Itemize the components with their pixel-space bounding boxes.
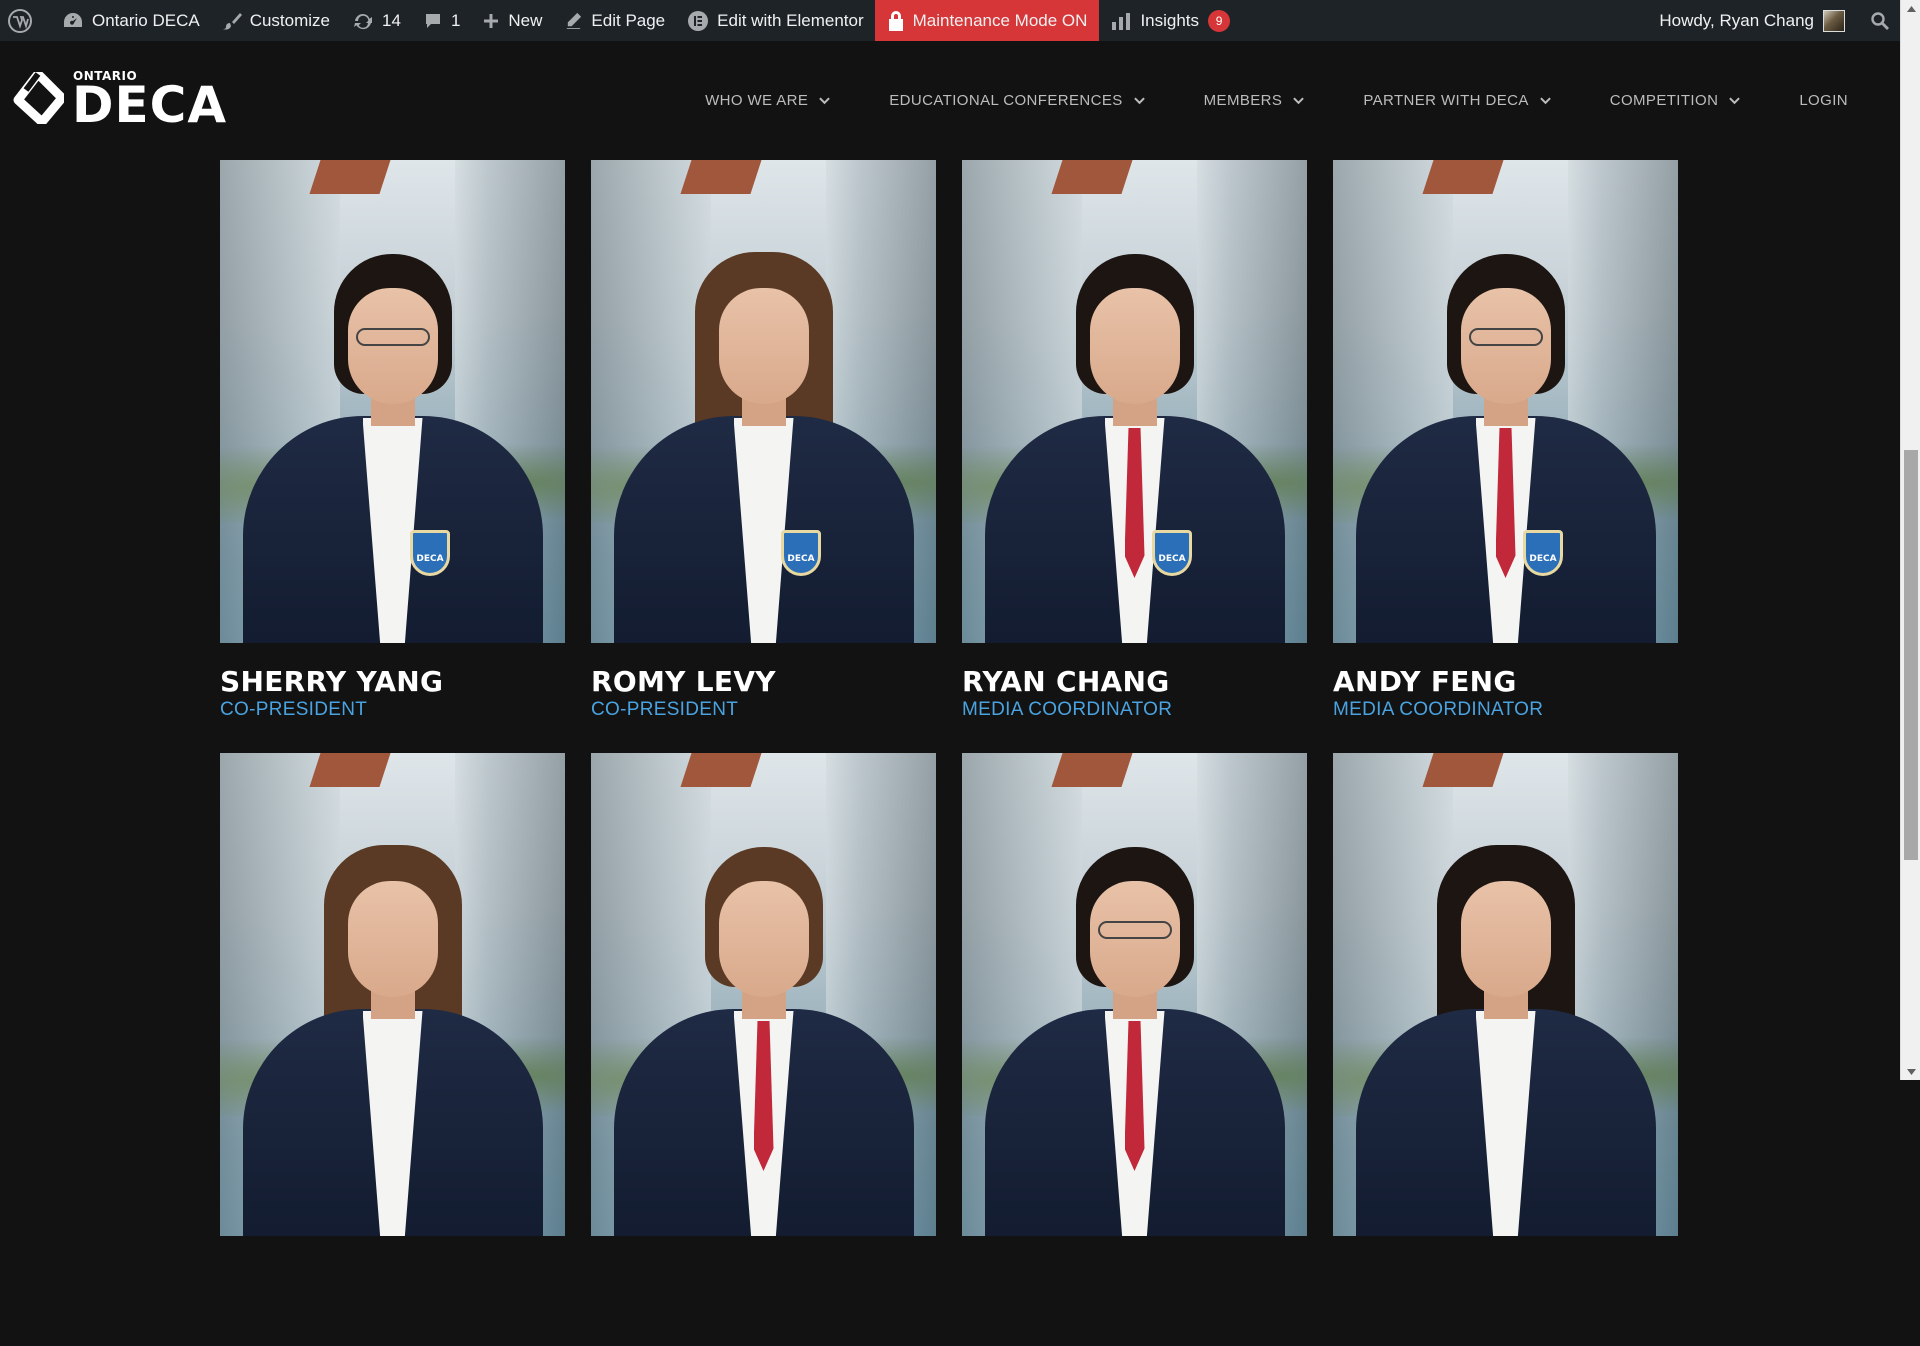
updates-count: 14 (382, 10, 401, 30)
pencil-icon (567, 12, 582, 30)
team-member-card: ROMY LEVYCO-PRESIDENT (591, 160, 936, 753)
team-member-photo (962, 160, 1307, 643)
team-member-card (962, 753, 1307, 1346)
new-content-link[interactable]: New (471, 0, 553, 41)
edit-page-label: Edit Page (591, 10, 666, 30)
insights-label: Insights (1140, 10, 1200, 30)
customize-link[interactable]: Customize (211, 0, 341, 41)
wordpress-logo-button[interactable] (0, 0, 51, 41)
nav-item-label: LOGIN (1799, 92, 1848, 109)
main-navigation: WHO WE ARE EDUCATIONAL CONFERENCES MEMBERS… (705, 41, 1848, 160)
bar-chart-icon (1112, 12, 1131, 30)
plus-icon (484, 13, 499, 28)
edit-page-link[interactable]: Edit Page (553, 0, 676, 41)
team-member-photo (1333, 160, 1678, 643)
wordpress-icon (8, 8, 32, 33)
team-member-role: MEDIA COORDINATOR (1333, 699, 1544, 720)
logo-wordmark: DECA (72, 76, 228, 134)
team-member-role: CO-PRESIDENT (220, 699, 368, 720)
site-logo[interactable]: ONTARIO DECA (12, 69, 228, 134)
nav-item-label: WHO WE ARE (705, 92, 809, 109)
team-member-photo (591, 753, 936, 1236)
chevron-down-icon (1133, 97, 1145, 105)
chevron-down-icon (1293, 97, 1305, 105)
site-header: ONTARIO DECA WHO WE ARE EDUCATIONAL CONFE… (0, 41, 1900, 160)
elementor-icon (688, 10, 709, 31)
insights-count-badge: 9 (1208, 9, 1231, 32)
updates-link[interactable]: 14 (341, 0, 412, 41)
site-name-label: Ontario DECA (92, 10, 200, 30)
nav-item-label: PARTNER WITH DECA (1363, 92, 1529, 109)
deca-badge-icon (410, 530, 450, 576)
team-member-name: RYAN CHANG (962, 665, 1170, 698)
deca-badge-icon (781, 530, 821, 576)
comment-icon (425, 13, 440, 28)
team-member-role: CO-PRESIDENT (591, 699, 739, 720)
search-icon (1871, 11, 1889, 30)
maintenance-label: Maintenance Mode ON (912, 10, 1088, 30)
nav-item-login[interactable]: LOGIN (1799, 92, 1848, 109)
scroll-down-arrow-icon[interactable] (1901, 1063, 1920, 1080)
nav-item-label: COMPETITION (1609, 92, 1719, 109)
wp-admin-bar: Ontario DECA Customize 14 1 New Edit Pag… (0, 0, 1900, 41)
maintenance-mode-toggle[interactable]: Maintenance Mode ON (874, 0, 1100, 41)
team-member-card: ANDY FENGMEDIA COORDINATOR (1333, 160, 1678, 753)
nav-item-who-we-are[interactable]: WHO WE ARE (705, 92, 831, 109)
team-member-photo (220, 753, 565, 1236)
howdy-label: Howdy, Ryan Chang (1659, 10, 1814, 30)
team-member-name: ROMY LEVY (591, 665, 776, 698)
nav-item-educational-conferences[interactable]: EDUCATIONAL CONFERENCES (889, 92, 1145, 109)
deca-logo-icon (12, 69, 67, 127)
nav-item-label: EDUCATIONAL CONFERENCES (889, 92, 1123, 109)
chevron-down-icon (1729, 97, 1741, 105)
team-member-card: SHERRY YANGCO-PRESIDENT (220, 160, 565, 753)
team-member-name: ANDY FENG (1333, 665, 1517, 698)
team-member-name: SHERRY YANG (220, 665, 444, 698)
updates-icon (354, 13, 373, 29)
my-account-link[interactable]: Howdy, Ryan Chang (1648, 0, 1859, 41)
team-member-photo (591, 160, 936, 643)
avatar (1823, 9, 1845, 32)
nav-item-members[interactable]: MEMBERS (1204, 92, 1305, 109)
team-member-photo (1333, 753, 1678, 1236)
comments-link[interactable]: 1 (412, 0, 471, 41)
customize-label: Customize (249, 10, 331, 30)
team-member-card: RYAN CHANGMEDIA COORDINATOR (962, 160, 1307, 753)
lock-icon (888, 10, 903, 31)
insights-link[interactable]: Insights 9 (1099, 0, 1241, 41)
team-member-card (220, 753, 565, 1346)
new-label: New (508, 10, 543, 30)
deca-badge-icon (1523, 530, 1563, 576)
scroll-up-arrow-icon[interactable] (1901, 0, 1920, 17)
team-row (220, 753, 1680, 1346)
team-row: SHERRY YANGCO-PRESIDENTROMY LEVYCO-PRESI… (220, 160, 1680, 753)
scrollbar-thumb[interactable] (1904, 450, 1918, 860)
team-member-card (591, 753, 936, 1346)
nav-item-label: MEMBERS (1203, 92, 1283, 109)
team-grid: SHERRY YANGCO-PRESIDENTROMY LEVYCO-PRESI… (220, 160, 1680, 1346)
nav-item-competition[interactable]: COMPETITION (1610, 92, 1741, 109)
team-member-card (1333, 753, 1678, 1346)
team-member-role: MEDIA COORDINATOR (962, 699, 1173, 720)
site-name-link[interactable]: Ontario DECA (51, 0, 211, 41)
nav-item-partner-with-deca[interactable]: PARTNER WITH DECA (1363, 92, 1551, 109)
search-button[interactable] (1859, 0, 1900, 41)
chevron-down-icon (819, 97, 831, 105)
deca-badge-icon (1152, 530, 1192, 576)
chevron-down-icon (1539, 97, 1551, 105)
dashboard-icon (64, 12, 82, 27)
paintbrush-icon (222, 12, 242, 30)
team-member-photo (962, 753, 1307, 1236)
edit-elementor-link[interactable]: Edit with Elementor (676, 0, 874, 41)
edit-elementor-label: Edit with Elementor (717, 10, 864, 30)
page-scrollbar[interactable] (1900, 0, 1920, 1080)
team-member-photo (220, 160, 565, 643)
comments-count: 1 (450, 10, 461, 30)
